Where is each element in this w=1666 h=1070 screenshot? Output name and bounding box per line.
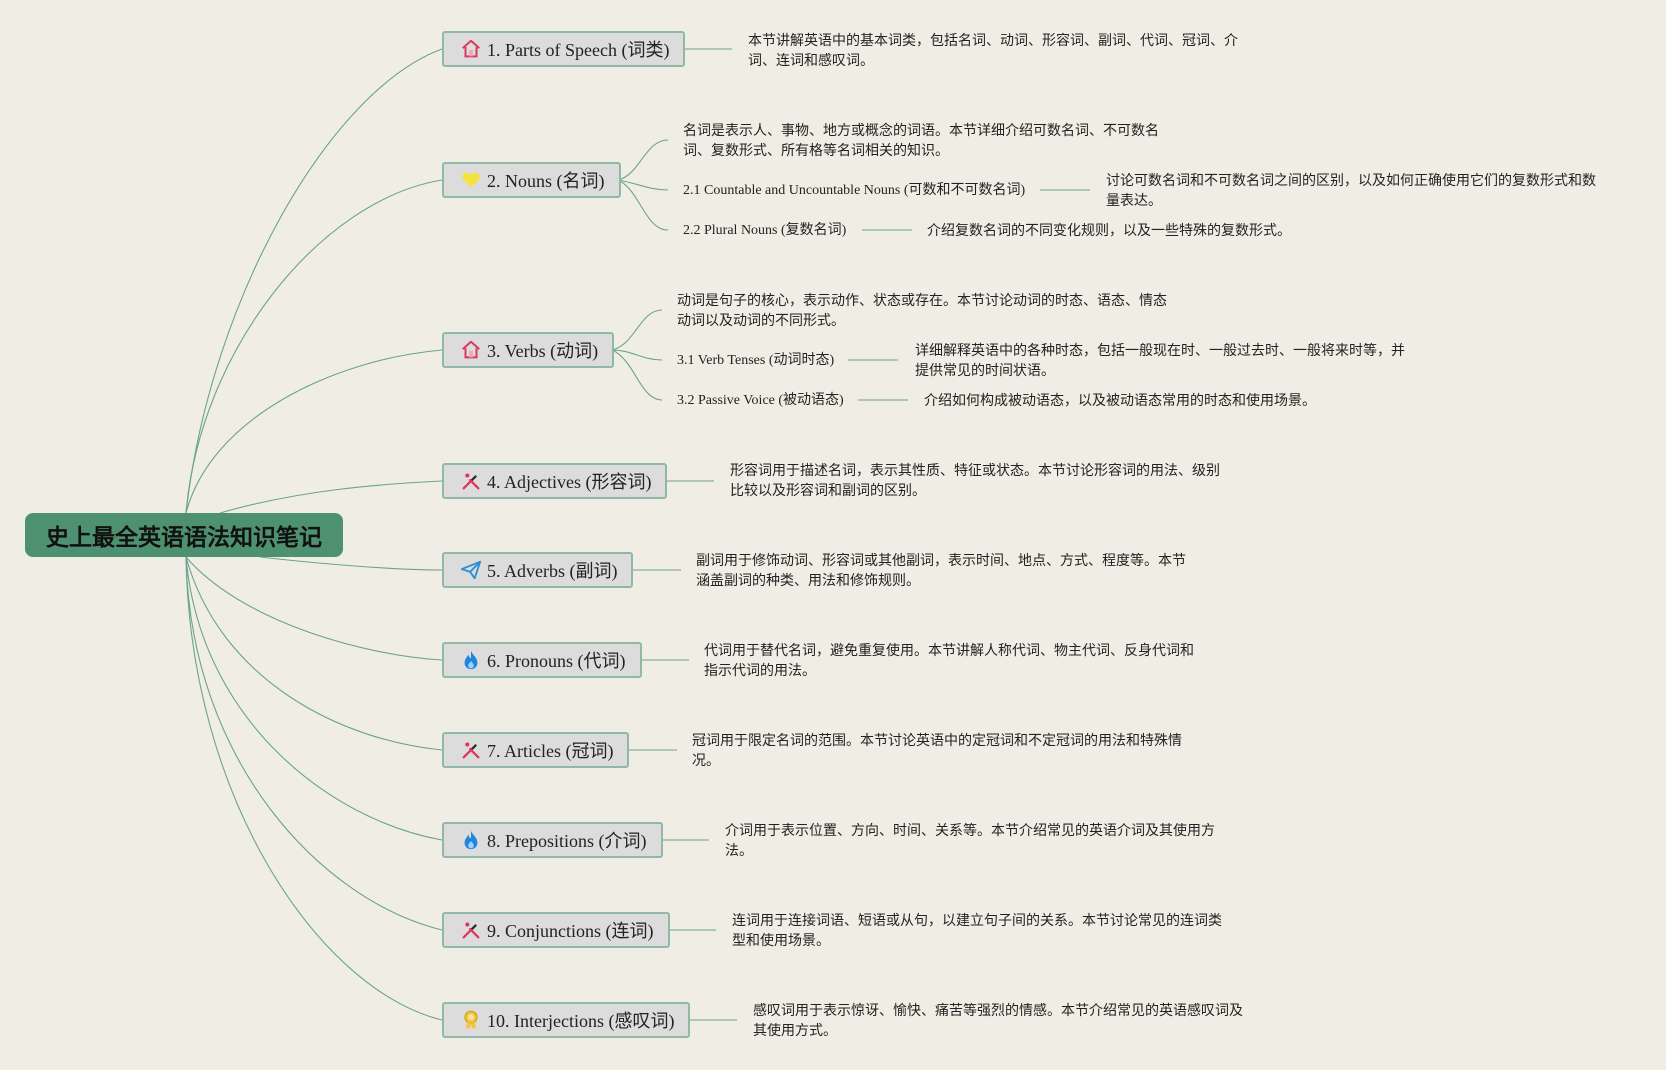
tools-icon (460, 739, 482, 761)
sub-line-2-2 (617, 179, 669, 231)
branch-line-10 (185, 556, 443, 1021)
topic-label: 9. Conjunctions (连词) (487, 921, 654, 941)
heart-icon (460, 169, 482, 191)
paper-plane-icon (460, 559, 482, 581)
branch-line-1 (185, 48, 443, 514)
topic-label: 5. Adverbs (副词) (487, 561, 618, 581)
topic-adverbs[interactable]: 5. Adverbs (副词) (442, 552, 634, 588)
topic-label: 7. Articles (冠词) (487, 741, 614, 761)
topic-description: 冠词用于限定名词的范围。本节讨论英语中的定冠词和不定冠词的用法和特殊情况。 (692, 733, 1182, 769)
topic-nouns[interactable]: 2. Nouns (名词) (442, 162, 621, 198)
topic-description: 本节讲解英语中的基本词类，包括名词、动词、形容词、副词、代词、冠词、介词、连词和… (748, 33, 1238, 69)
subtopic-description: 介绍如何构成被动语态，以及被动语态常用的时态和使用场景。 (924, 393, 1316, 409)
topic-description: 代词用于替代名词，避免重复使用。本节讲解人称代词、物主代词、反身代词和指示代词的… (704, 643, 1194, 679)
subtopic-description: 详细解释英语中的各种时态，包括一般现在时、一般过去时、一般将来时等，并提供常见的… (915, 343, 1405, 379)
topic-interjections[interactable]: 10. Interjections (感叹词) (442, 1002, 691, 1038)
award-icon (460, 1009, 482, 1031)
branch-line-3 (185, 349, 443, 514)
topic-description: 形容词用于描述名词，表示其性质、特征或状态。本节讨论形容词的用法、级别比较以及形… (730, 463, 1220, 499)
topic-description: 动词是句子的核心，表示动作、状态或存在。本节讨论动词的时态、语态、情态动词以及动… (677, 293, 1167, 329)
tools-icon (460, 919, 482, 941)
subtopic-description: 介绍复数名词的不同变化规则，以及一些特殊的复数形式。 (927, 223, 1291, 239)
subtopic-description: 讨论可数名词和不可数名词之间的区别，以及如何正确使用它们的复数形式和数量表达。 (1106, 173, 1596, 209)
topic-articles[interactable]: 7. Articles (冠词) (442, 732, 630, 768)
branch-line-6 (185, 556, 443, 661)
desc-line-3 (611, 309, 663, 351)
topic-prepositions[interactable]: 8. Prepositions (介词) (442, 822, 663, 858)
flame-icon (460, 829, 482, 851)
topic-label: 8. Prepositions (介词) (487, 831, 647, 851)
topic-label: 3. Verbs (动词) (487, 341, 599, 361)
topic-label: 6. Pronouns (代词) (487, 651, 626, 671)
subtopic-plural-nouns[interactable]: 2.2 Plural Nouns (复数名词) (683, 221, 846, 241)
subtopic-passive-voice[interactable]: 3.2 Passive Voice (被动语态) (677, 391, 844, 411)
topic-label: 10. Interjections (感叹词) (487, 1011, 675, 1031)
subtopic-verb-tenses[interactable]: 3.1 Verb Tenses (动词时态) (677, 351, 834, 371)
topic-description: 连词用于连接词语、短语或从句，以建立句子间的关系。本节讨论常见的连词类型和使用场… (732, 913, 1222, 949)
branch-line-8 (185, 556, 443, 841)
topic-description: 介词用于表示位置、方向、时间、关系等。本节介绍常见的英语介词及其使用方法。 (725, 823, 1215, 859)
sub-line-3-2 (611, 349, 663, 401)
branch-line-7 (185, 556, 443, 751)
branch-line-5 (259, 556, 443, 571)
tools-icon (460, 470, 482, 492)
root-topic[interactable]: 史上最全英语语法知识笔记 (25, 513, 343, 557)
home-icon (460, 38, 482, 60)
branch-line-2 (185, 179, 443, 514)
topic-label: 1. Parts of Speech (词类) (487, 40, 670, 60)
topic-label: 4. Adjectives (形容词) (487, 472, 652, 492)
flame-icon (460, 649, 482, 671)
home-icon (460, 339, 482, 361)
topic-parts-of-speech[interactable]: 1. Parts of Speech (词类) (442, 31, 686, 67)
branch-line-4 (219, 480, 443, 514)
topic-conjunctions[interactable]: 9. Conjunctions (连词) (442, 912, 670, 948)
root-title: 史上最全英语语法知识笔记 (46, 525, 322, 551)
topic-label: 2. Nouns (名词) (487, 171, 605, 191)
topic-adjectives[interactable]: 4. Adjectives (形容词) (442, 463, 668, 499)
topic-verbs[interactable]: 3. Verbs (动词) (442, 332, 615, 368)
topic-description: 名词是表示人、事物、地方或概念的词语。本节详细介绍可数名词、不可数名词、复数形式… (683, 123, 1159, 159)
topic-description: 感叹词用于表示惊讶、愉快、痛苦等强烈的情感。本节介绍常见的英语感叹词及其使用方式… (753, 1003, 1243, 1039)
topic-description: 副词用于修饰动词、形容词或其他副词，表示时间、地点、方式、程度等。本节涵盖副词的… (696, 553, 1186, 589)
topic-pronouns[interactable]: 6. Pronouns (代词) (442, 642, 642, 678)
desc-line-2 (617, 139, 669, 181)
subtopic-countable-uncountable[interactable]: 2.1 Countable and Uncountable Nouns (可数和… (683, 181, 1025, 201)
